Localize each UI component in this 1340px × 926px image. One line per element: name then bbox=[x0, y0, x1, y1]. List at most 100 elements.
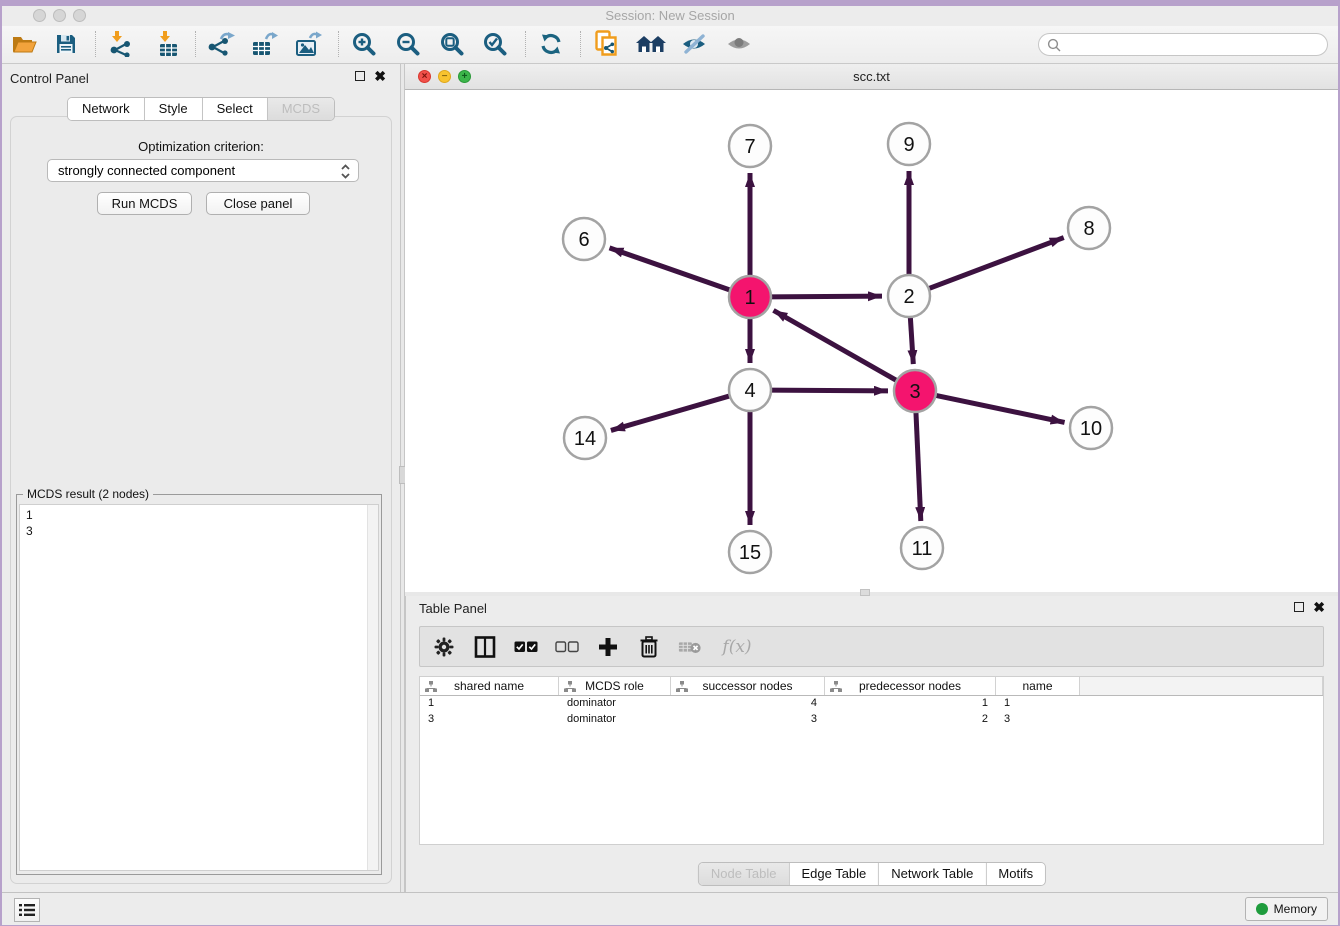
mcds-panel: Optimization criterion: strongly connect… bbox=[10, 116, 392, 884]
toolbar-divider bbox=[580, 31, 581, 57]
table-cell[interactable]: 1 bbox=[420, 696, 559, 712]
table-cell[interactable]: 3 bbox=[671, 712, 825, 728]
node-7[interactable]: 7 bbox=[729, 125, 771, 167]
table-cell[interactable]: 3 bbox=[420, 712, 559, 728]
gear-icon bbox=[434, 637, 454, 657]
window-frame-top bbox=[0, 0, 1340, 6]
table-row[interactable]: 1dominator411 bbox=[420, 696, 1323, 712]
edge-1-6[interactable] bbox=[609, 248, 732, 291]
split-panel-button[interactable] bbox=[473, 635, 497, 659]
zoom-selected-icon bbox=[483, 32, 507, 56]
node-4[interactable]: 4 bbox=[729, 369, 771, 411]
node-15[interactable]: 15 bbox=[729, 531, 771, 573]
node-14[interactable]: 14 bbox=[564, 417, 606, 459]
mcds-result-text[interactable]: 13 bbox=[19, 504, 379, 871]
node-2[interactable]: 2 bbox=[888, 275, 930, 317]
table-row[interactable]: 3dominator323 bbox=[420, 712, 1323, 728]
close-table-panel-icon[interactable]: ✖ bbox=[1313, 602, 1325, 612]
import-network-button[interactable] bbox=[101, 28, 139, 60]
node-1[interactable]: 1 bbox=[729, 276, 771, 318]
node-3[interactable]: 3 bbox=[894, 370, 936, 412]
add-column-button[interactable] bbox=[596, 635, 620, 659]
memory-button[interactable]: Memory bbox=[1245, 897, 1328, 921]
result-scrollbar[interactable] bbox=[367, 505, 378, 870]
open-session-button[interactable] bbox=[5, 28, 43, 60]
edge-3-10[interactable] bbox=[934, 395, 1065, 423]
network-canvas[interactable]: 1 2 3 4 6 7 8 9 10 11 14 15 bbox=[405, 90, 1338, 592]
edge-2-8[interactable] bbox=[927, 238, 1064, 290]
edge-2-3[interactable] bbox=[910, 315, 913, 364]
export-table-button[interactable] bbox=[245, 28, 283, 60]
edge-3-1[interactable] bbox=[773, 310, 898, 381]
import-table-icon bbox=[155, 31, 181, 57]
tab-select[interactable]: Select bbox=[203, 98, 268, 120]
export-image-button[interactable] bbox=[289, 28, 327, 60]
tab-style[interactable]: Style bbox=[145, 98, 203, 120]
zoom-out-button[interactable] bbox=[389, 28, 427, 60]
delete-column-button[interactable] bbox=[637, 635, 661, 659]
edge-1-2[interactable] bbox=[769, 296, 882, 297]
close-panel-icon[interactable]: ✖ bbox=[374, 71, 386, 81]
refresh-layout-icon bbox=[539, 32, 563, 56]
column-header-successor-nodes[interactable]: successor nodes bbox=[671, 677, 825, 695]
edge-4-3[interactable] bbox=[769, 390, 888, 391]
hide-selected-button[interactable] bbox=[675, 28, 713, 60]
column-header-shared-name[interactable]: shared name bbox=[420, 677, 559, 695]
table-cell[interactable]: 2 bbox=[825, 712, 996, 728]
table-cell[interactable]: 1 bbox=[996, 696, 1080, 712]
table-cell[interactable]: dominator bbox=[559, 712, 671, 728]
table-cell[interactable]: dominator bbox=[559, 696, 671, 712]
float-table-panel-icon[interactable] bbox=[1294, 602, 1304, 612]
neighbors-button[interactable] bbox=[632, 28, 670, 60]
table-tab-edge-table[interactable]: Edge Table bbox=[789, 863, 879, 885]
delete-table-button[interactable] bbox=[678, 635, 702, 659]
deselect-all-icon bbox=[555, 641, 579, 653]
zoom-in-icon bbox=[352, 32, 376, 56]
column-header-MCDS-role[interactable]: MCDS role bbox=[559, 677, 671, 695]
node-6[interactable]: 6 bbox=[563, 218, 605, 260]
node-11[interactable]: 11 bbox=[901, 527, 943, 569]
export-network-button[interactable] bbox=[202, 28, 240, 60]
node-label: 8 bbox=[1083, 218, 1094, 240]
show-all-button[interactable] bbox=[720, 28, 758, 60]
open-session-icon bbox=[11, 33, 37, 55]
save-session-icon bbox=[55, 33, 77, 55]
edge-4-14[interactable] bbox=[611, 395, 732, 430]
node-10[interactable]: 10 bbox=[1070, 407, 1112, 449]
node-8[interactable]: 8 bbox=[1068, 207, 1110, 249]
node-label: 2 bbox=[903, 286, 914, 308]
horizontal-splitter-handle[interactable] bbox=[860, 589, 870, 596]
application-window: Session: New Session bbox=[0, 0, 1340, 926]
close-panel-button[interactable]: Close panel bbox=[206, 192, 310, 215]
node-9[interactable]: 9 bbox=[888, 123, 930, 165]
edge-3-11[interactable] bbox=[916, 410, 921, 521]
table-settings-button[interactable] bbox=[432, 635, 456, 659]
search-field[interactable] bbox=[1038, 33, 1328, 56]
criterion-dropdown[interactable]: strongly connected component bbox=[47, 159, 359, 182]
save-session-button[interactable] bbox=[47, 28, 85, 60]
column-header-name[interactable]: name bbox=[996, 677, 1080, 695]
zoom-selected-button[interactable] bbox=[476, 28, 514, 60]
tab-mcds[interactable]: MCDS bbox=[268, 98, 334, 120]
search-input[interactable] bbox=[1066, 37, 1327, 53]
refresh-layout-button[interactable] bbox=[532, 28, 570, 60]
select-all-button[interactable] bbox=[514, 635, 538, 659]
table-cell[interactable]: 4 bbox=[671, 696, 825, 712]
zoom-fit-button[interactable] bbox=[433, 28, 471, 60]
table-tab-network-table[interactable]: Network Table bbox=[879, 863, 986, 885]
duplicate-network-button[interactable] bbox=[588, 28, 626, 60]
apply-function-button[interactable]: f(x) bbox=[719, 635, 755, 659]
table-tab-node-table[interactable]: Node Table bbox=[699, 863, 790, 885]
table-cell[interactable]: 1 bbox=[825, 696, 996, 712]
hide-selected-icon bbox=[681, 32, 707, 56]
column-header-predecessor-nodes[interactable]: predecessor nodes bbox=[825, 677, 996, 695]
table-tab-motifs[interactable]: Motifs bbox=[986, 863, 1045, 885]
task-history-button[interactable] bbox=[14, 898, 40, 922]
import-table-button[interactable] bbox=[149, 28, 187, 60]
zoom-in-button[interactable] bbox=[345, 28, 383, 60]
run-mcds-button[interactable]: Run MCDS bbox=[97, 192, 192, 215]
table-cell[interactable]: 3 bbox=[996, 712, 1080, 728]
float-panel-icon[interactable] bbox=[355, 71, 365, 81]
tab-network[interactable]: Network bbox=[68, 98, 145, 120]
deselect-all-button[interactable] bbox=[555, 635, 579, 659]
